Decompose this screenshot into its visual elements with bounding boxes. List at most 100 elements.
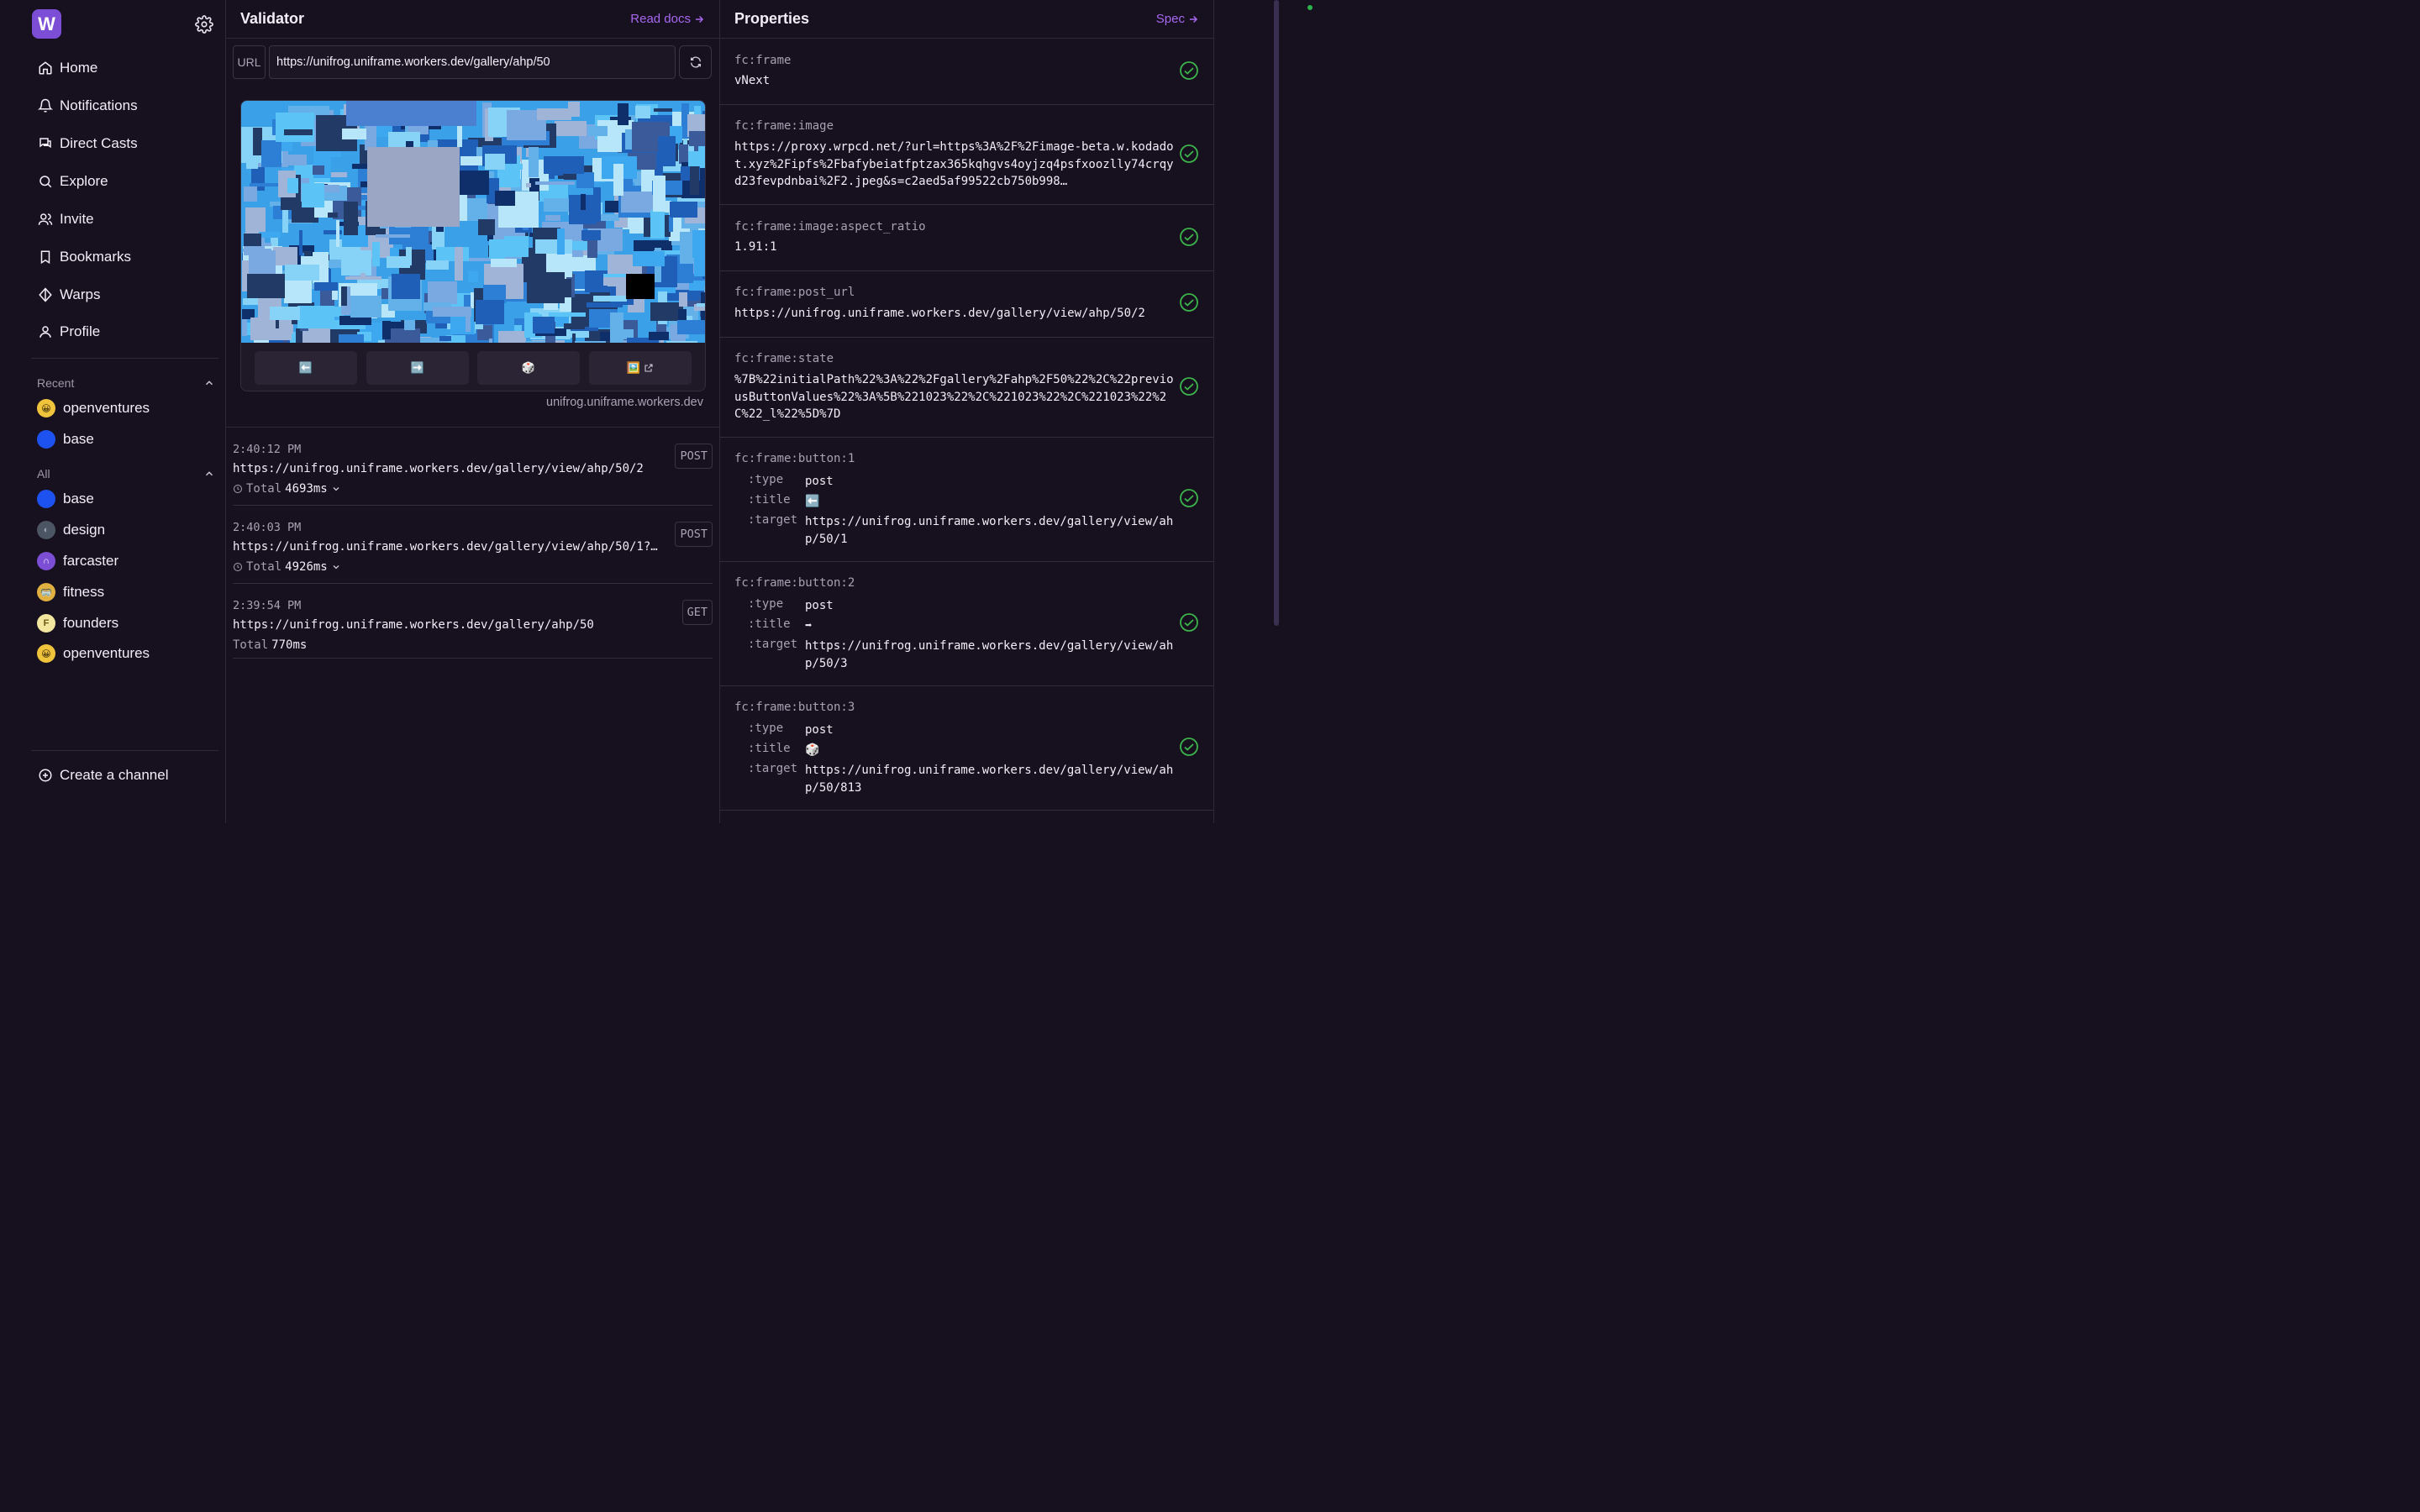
property-value: https://unifrog.uniframe.workers.dev/gal… (734, 307, 1145, 320)
channel-design[interactable]: ◐ design (37, 521, 105, 539)
nav-explore[interactable]: Explore (37, 169, 108, 194)
nav-profile[interactable]: Profile (37, 319, 100, 344)
button-title: :title ⬅️ (748, 493, 1176, 511)
property-value: https://proxy.wrpcd.net/?url=https%3A%2F… (734, 140, 1174, 188)
nav-label: Explore (60, 173, 108, 189)
channel-openventures[interactable]: 😀 openventures (37, 644, 150, 663)
log-total[interactable]: Total 4926ms (233, 560, 341, 574)
farcaster-avatar: ∩ (37, 552, 55, 570)
chevron-down-icon (333, 487, 339, 491)
nav-bookmarks[interactable]: Bookmarks (37, 244, 131, 270)
warpcast-logo[interactable]: W (32, 9, 61, 39)
create-channel-label: Create a channel (60, 767, 169, 783)
divider (31, 750, 218, 751)
gear-icon[interactable] (195, 15, 213, 34)
chevron-up-icon[interactable] (203, 468, 215, 480)
nav-invite[interactable]: Invite (37, 207, 94, 232)
button-target: :target https://unifrog.uniframe.workers.… (748, 513, 1176, 548)
sub-value: post (805, 723, 834, 737)
nav-label: Invite (60, 211, 94, 227)
arrow-right-icon (1189, 15, 1198, 23)
nav-home[interactable]: Home (37, 55, 97, 81)
sub-key: :type (748, 722, 784, 735)
button-property-row: fc:frame:button:1 :type post :title ⬅️ :ta… (720, 438, 1214, 562)
check-circle-icon (1180, 293, 1198, 312)
url-input[interactable]: https://unifrog.uniframe.workers.dev/gal… (269, 45, 676, 79)
total-value: 4926ms (285, 560, 328, 574)
url-row: URL https://unifrog.uniframe.workers.dev… (233, 45, 713, 79)
button-property-row: fc:frame:button:3 :type post :title 🎲 :tar… (720, 686, 1214, 811)
properties-title: Properties (734, 10, 810, 27)
recent-section-header[interactable]: Recent (37, 376, 215, 390)
clock-icon (234, 485, 242, 493)
property-key: fc:frame:post_url (734, 286, 855, 299)
properties-header: Properties Spec (720, 0, 1213, 39)
log-total[interactable]: Total 4693ms (233, 482, 341, 496)
base-avatar (37, 490, 55, 508)
sub-key: :target (748, 513, 798, 527)
sidebar: W Home Notifications Direct Casts Explor… (0, 0, 226, 823)
sub-value: post (805, 599, 834, 612)
frame-image[interactable] (241, 101, 705, 343)
frame-button-2[interactable]: ➡️ (366, 351, 469, 385)
nav-label: Direct Casts (60, 135, 138, 151)
property-row: fc:frame:image https://proxy.wrpcd.net/?… (720, 105, 1214, 205)
property-row: fc:frame:post_url https://unifrog.unifra… (720, 271, 1214, 338)
request-log-item[interactable]: 2:40:03 PM https://unifrog.uniframe.work… (233, 517, 713, 584)
validator-header: Validator Read docs (226, 0, 719, 39)
button-title: :title ➡ (748, 617, 1176, 635)
nav-warps[interactable]: Warps (37, 282, 101, 307)
read-docs-link[interactable]: Read docs (630, 12, 705, 26)
check-circle-icon (1180, 489, 1198, 507)
log-url: https://unifrog.uniframe.workers.dev/gal… (233, 618, 594, 632)
button-type: :type post (748, 597, 1176, 615)
request-log-item[interactable]: 2:40:12 PM https://unifrog.uniframe.work… (233, 438, 713, 506)
channel-fitness[interactable]: 🥽 fitness (37, 583, 104, 601)
all-section-header[interactable]: All (37, 467, 215, 480)
sub-value: ⬅️ (805, 495, 820, 508)
channel-openventures[interactable]: 😀 openventures (37, 399, 150, 417)
channel-label: base (63, 491, 94, 507)
spec-link[interactable]: Spec (1156, 12, 1199, 26)
request-log-item[interactable]: 2:39:54 PM https://unifrog.uniframe.work… (233, 595, 713, 659)
log-time: 2:40:12 PM (233, 443, 302, 456)
property-key: fc:frame:state (734, 352, 834, 365)
nav-direct-casts[interactable]: Direct Casts (37, 131, 138, 156)
chevron-up-icon[interactable] (203, 377, 215, 389)
sub-key: :type (748, 473, 784, 486)
create-channel-button[interactable]: Create a channel (37, 763, 168, 788)
design-avatar: ◐ (37, 521, 55, 539)
frame-preview: ⬅️ ➡️ 🎲 🖼️ (240, 100, 706, 391)
channel-base[interactable]: base (37, 430, 94, 449)
channel-farcaster[interactable]: ∩ farcaster (37, 552, 118, 570)
recent-label: Recent (37, 376, 75, 390)
property-value: %7B%22initialPath%22%3A%22%2Fgallery%2Fa… (734, 373, 1174, 421)
sub-key: :type (748, 597, 784, 611)
scrollbar[interactable] (1274, 0, 1279, 626)
sub-key: :title (748, 742, 791, 755)
check-circle-icon (1180, 144, 1198, 163)
channel-founders[interactable]: F founders (37, 614, 118, 633)
frame-button-3[interactable]: 🎲 (477, 351, 580, 385)
sub-value: https://unifrog.uniframe.workers.dev/gal… (805, 515, 1174, 546)
property-value: 1.91:1 (734, 240, 777, 254)
nav-notifications[interactable]: Notifications (37, 93, 138, 118)
total-value: 770ms (271, 638, 308, 652)
button-target: :target https://unifrog.uniframe.workers.… (748, 762, 1176, 796)
channel-label: founders (63, 615, 119, 631)
check-circle-icon (1180, 377, 1198, 396)
clock-icon (234, 563, 242, 571)
channel-label: design (63, 522, 106, 538)
chevron-down-icon (333, 565, 339, 570)
frame-button-1[interactable]: ⬅️ (255, 351, 357, 385)
validator-panel: Validator Read docs URL https://unifrog.… (226, 0, 720, 823)
check-circle-icon (1180, 228, 1198, 246)
frame-button-4[interactable]: 🖼️ (589, 351, 692, 385)
total-label: Total (246, 482, 282, 496)
users-icon (37, 211, 54, 228)
channel-base[interactable]: base (37, 490, 94, 508)
refresh-button[interactable] (679, 45, 712, 79)
channel-label: farcaster (63, 553, 119, 569)
user-icon (37, 323, 54, 340)
total-label: Total (233, 638, 269, 652)
